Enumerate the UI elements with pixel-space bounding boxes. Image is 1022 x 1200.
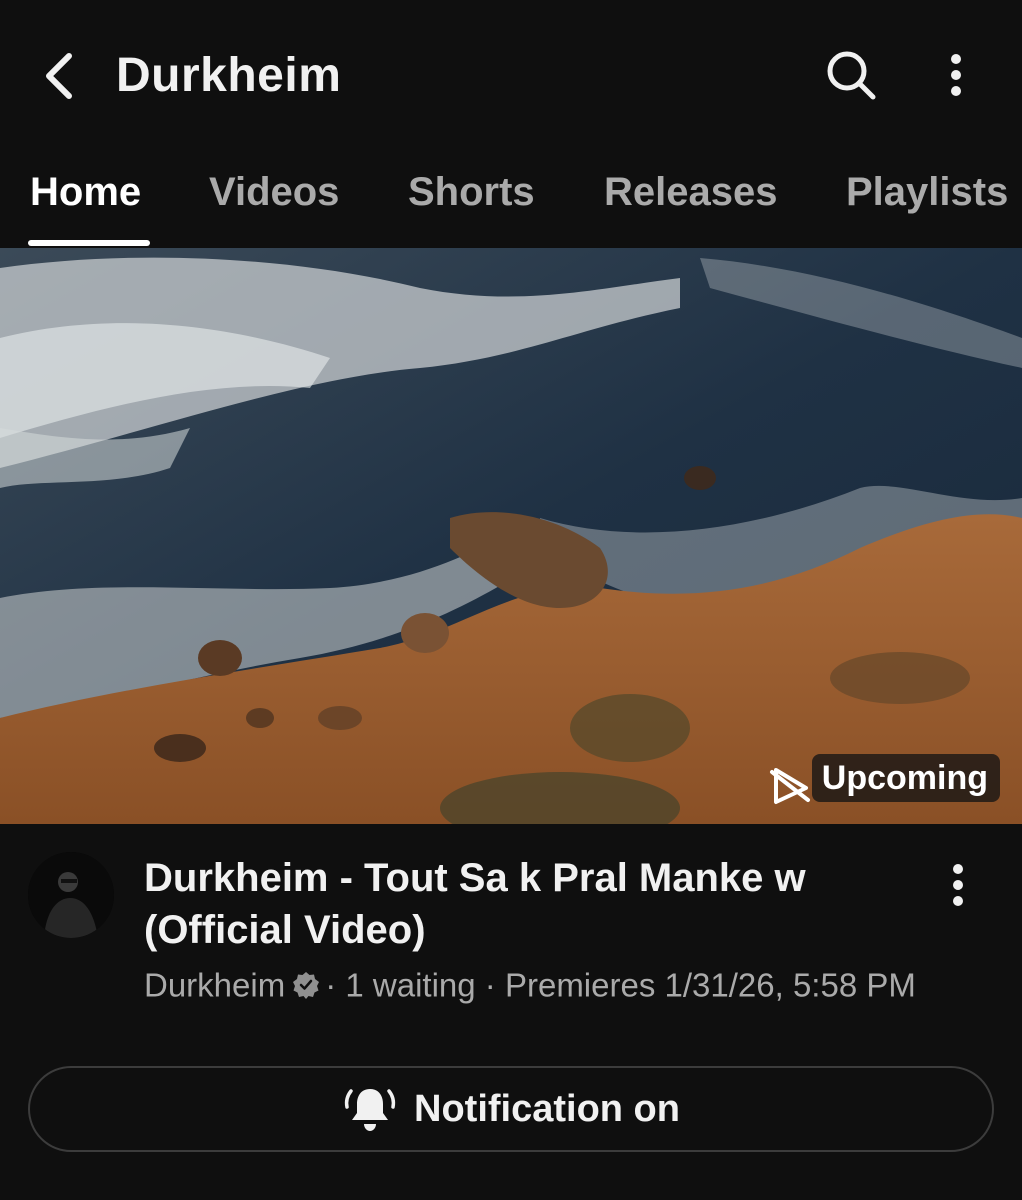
coastline-image (0, 248, 1022, 824)
meta-separator: · (325, 966, 337, 1004)
channel-avatar[interactable] (28, 852, 114, 938)
tab-playlists[interactable]: Playlists (846, 168, 1008, 216)
video-more-button[interactable] (934, 856, 982, 914)
chevron-left-icon (46, 53, 72, 99)
bell-ringing-icon (344, 1089, 396, 1131)
play-preview-icon (770, 768, 810, 804)
tab-home[interactable]: Home (30, 168, 141, 216)
video-metadata: Durkheim · 1 waiting · Premieres 1/31/26… (144, 960, 944, 1008)
tab-shorts[interactable]: Shorts (408, 168, 535, 216)
search-button[interactable] (822, 46, 880, 104)
more-vertical-icon (953, 864, 963, 906)
more-options-button[interactable] (932, 46, 980, 104)
tab-videos[interactable]: Videos (209, 168, 339, 216)
upcoming-badge: Upcoming (811, 754, 1000, 802)
verified-icon (293, 972, 320, 1000)
waiting-count: 1 waiting (345, 966, 476, 1004)
back-button[interactable] (32, 48, 84, 104)
channel-name[interactable]: Durkheim (144, 966, 285, 1003)
app-header: Durkheim (0, 0, 1022, 150)
meta-separator: · (484, 966, 496, 1004)
video-thumbnail[interactable]: Upcoming (0, 248, 1022, 824)
channel-title: Durkheim (116, 49, 342, 102)
avatar-image (28, 852, 114, 938)
tab-releases[interactable]: Releases (604, 168, 777, 216)
upcoming-badge-label: Upcoming (821, 758, 988, 797)
video-title[interactable]: Durkheim - Tout Sa k Pral Manke w (Offic… (144, 852, 904, 956)
notification-button[interactable]: Notification on (28, 1066, 994, 1152)
premiere-time: Premieres 1/31/26, 5:58 PM (504, 966, 916, 1004)
active-tab-indicator (28, 240, 150, 246)
notification-label: Notification on (414, 1087, 680, 1130)
more-vertical-icon (951, 54, 961, 96)
channel-tabs: Home Videos Shorts Releases Playlists (0, 160, 1022, 250)
search-icon (827, 51, 876, 100)
